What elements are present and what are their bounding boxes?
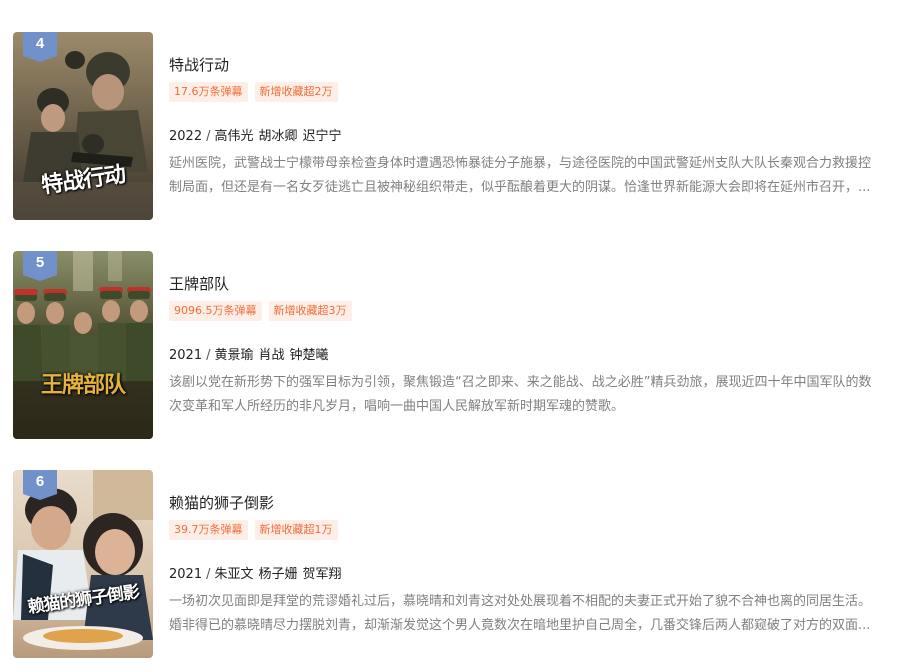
description-line: 制局面，但还是有一名女歹徒逃亡且被神秘组织带走，似乎酝酿着更大的阴谋。恰逢世界新… xyxy=(169,180,871,195)
poster[interactable]: 4 特战行动 xyxy=(13,32,153,220)
description: 该剧以党在新形势下的强军目标为引领，聚焦锻造“召之即来、来之能战、战之必胜”精兵… xyxy=(169,371,923,419)
separator: / xyxy=(206,567,211,582)
rank-badge: 5 xyxy=(23,251,57,281)
list-item: 6 赖猫的狮子倒影 赖猫的狮子倒影 39.7万条弹幕 新增收藏超1万 2021/… xyxy=(0,470,923,660)
rank-badge: 6 xyxy=(23,470,57,500)
year: 2022 xyxy=(169,129,203,144)
rank-number: 6 xyxy=(35,473,45,490)
separator: / xyxy=(206,348,211,363)
meta-info: 2022/高伟光 胡冰卿 迟宁宁 xyxy=(169,125,347,144)
drama-title[interactable]: 特战行动 xyxy=(169,54,229,75)
description-line: 一场初次见面即是拜堂的荒谬婚礼过后，慕晓晴和刘青这对处处展现着不相配的夫妻正式开… xyxy=(169,594,872,609)
tag-group: 39.7万条弹幕 新增收藏超1万 xyxy=(169,520,338,540)
description-line: 次变革和军人所经历的非凡岁月，唱响一曲中国人民解放军新时期军魂的赞歌。 xyxy=(169,399,625,414)
favorites-tag: 新增收藏超1万 xyxy=(254,520,338,540)
actor-link[interactable]: 胡冰卿 xyxy=(259,129,298,144)
list-item: 4 特战行动 特战行动 17.6万条弹幕 新增收藏超2万 2022/高伟光 胡冰卿… xyxy=(0,32,923,222)
actor-link[interactable]: 贺军翔 xyxy=(303,567,342,582)
actor-link[interactable]: 黄景瑜 xyxy=(214,348,253,363)
rank-badge: 4 xyxy=(23,32,57,62)
actor-link[interactable]: 迟宁宁 xyxy=(303,129,342,144)
actor-link[interactable]: 钟楚曦 xyxy=(290,348,329,363)
description-line: 该剧以党在新形势下的强军目标为引领，聚焦锻造“召之即来、来之能战、战之必胜”精兵… xyxy=(169,375,872,390)
actor-link[interactable]: 杨子姗 xyxy=(259,567,298,582)
favorites-tag: 新增收藏超2万 xyxy=(254,82,338,102)
description: 延州医院，武警战士宁檬带母亲检查身体时遭遇恐怖暴徒分子施暴，与途径医院的中国武警… xyxy=(169,152,923,200)
poster[interactable]: 5 王牌部队 xyxy=(13,251,153,439)
drama-ranking-list: 4 特战行动 特战行动 17.6万条弹幕 新增收藏超2万 2022/高伟光 胡冰卿… xyxy=(0,0,923,672)
poster[interactable]: 6 赖猫的狮子倒影 xyxy=(13,470,153,658)
rank-number: 5 xyxy=(35,254,45,271)
danmaku-count-tag: 17.6万条弹幕 xyxy=(169,82,248,102)
poster-title-art: 王牌部队 xyxy=(40,373,126,398)
actor-link[interactable]: 高伟光 xyxy=(214,129,253,144)
drama-title[interactable]: 王牌部队 xyxy=(169,273,229,294)
description-line: 婚非得已的慕晓晴尽力摆脱刘青，却渐渐发觉这个男人竟数次在暗地里护自己周全，几番交… xyxy=(169,618,871,633)
list-item: 5 王牌部队 王牌部队 9096.5万条弹幕 新增收藏超3万 2021/黄景瑜肖… xyxy=(0,251,923,441)
actor-link[interactable]: 朱亚文 xyxy=(214,567,253,582)
description: 一场初次见面即是拜堂的荒谬婚礼过后，慕晓晴和刘青这对处处展现着不相配的夫妻正式开… xyxy=(169,590,923,638)
danmaku-count-tag: 39.7万条弹幕 xyxy=(169,520,248,540)
year: 2021 xyxy=(169,348,203,363)
meta-info: 2021/黄景瑜 肖战 钟楚曦 xyxy=(169,344,334,363)
rank-number: 4 xyxy=(35,35,45,52)
danmaku-count-tag: 9096.5万条弹幕 xyxy=(169,301,262,321)
tag-group: 9096.5万条弹幕 新增收藏超3万 xyxy=(169,301,352,321)
tag-group: 17.6万条弹幕 新增收藏超2万 xyxy=(169,82,338,102)
drama-title[interactable]: 赖猫的狮子倒影 xyxy=(169,492,274,513)
favorites-tag: 新增收藏超3万 xyxy=(268,301,352,321)
actor-link[interactable]: 肖战 xyxy=(259,348,285,363)
description-line: 延州医院，武警战士宁檬带母亲检查身体时遭遇恐怖暴徒分子施暴，与途径医院的中国武警… xyxy=(169,156,872,171)
year: 2021 xyxy=(169,567,203,582)
separator: / xyxy=(206,129,211,144)
meta-info: 2021/朱亚文 杨子姗 贺军翔 xyxy=(169,563,347,582)
